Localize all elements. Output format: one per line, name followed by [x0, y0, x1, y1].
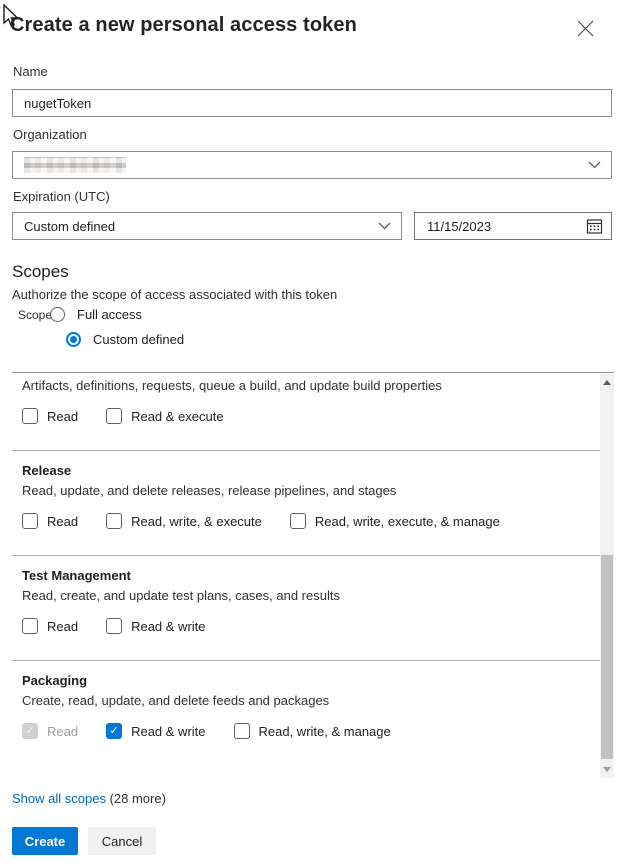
scopes-heading: Scopes: [12, 262, 69, 282]
calendar-icon[interactable]: [586, 218, 603, 235]
chevron-down-icon: [588, 161, 601, 169]
scope-option: Read & write: [106, 618, 205, 634]
radio-unselected-icon[interactable]: [50, 307, 65, 322]
checkbox-icon[interactable]: [22, 513, 38, 529]
scope-option: ✓ Read & write: [106, 723, 205, 739]
organization-redacted-value: [24, 157, 126, 173]
scope-option-label: Read & write: [131, 724, 205, 739]
scope-option: Read, write, & manage: [234, 723, 391, 739]
checkbox-checked-icon: ✓: [22, 723, 38, 739]
scope-section-description: Create, read, update, and delete feeds a…: [22, 693, 600, 709]
create-button[interactable]: Create: [12, 827, 78, 855]
scope-option: ✓ Read: [22, 723, 78, 739]
scope-option: Read: [22, 408, 78, 424]
scope-section-description: Read, update, and delete releases, relea…: [22, 483, 600, 499]
scope-section-title: Release: [22, 463, 600, 479]
scope-list-scroll-area: Artifacts, definitions, requests, queue …: [12, 372, 614, 778]
organization-label: Organization: [13, 127, 87, 142]
scope-option: Read, write, & execute: [106, 513, 262, 529]
organization-dropdown[interactable]: [12, 151, 612, 179]
dialog-title: Create a new personal access token: [10, 14, 357, 37]
name-label: Name: [13, 64, 48, 79]
name-input[interactable]: nugetToken: [12, 89, 612, 117]
scope-option-label: Read: [47, 724, 78, 739]
scope-option-label: Read, write, execute, & manage: [315, 514, 500, 529]
scope-section: Artifacts, definitions, requests, queue …: [12, 373, 600, 451]
radio-option-label: Custom defined: [93, 332, 184, 347]
checkbox-icon[interactable]: [22, 618, 38, 634]
scope-section-title: Packaging: [22, 673, 600, 689]
scope-options-row: Read Read & write: [22, 618, 600, 634]
scope-options-row: ✓ Read ✓ Read & write Read, write, & manage: [22, 723, 600, 739]
name-input-value: nugetToken: [13, 96, 91, 111]
scope-section: Packaging Create, read, update, and dele…: [12, 661, 600, 739]
radio-option-label: Full access: [77, 307, 142, 322]
close-icon: [576, 19, 595, 38]
scope-option-label: Read, write, & manage: [259, 724, 391, 739]
expiration-dropdown-value: Custom defined: [13, 219, 115, 234]
checkbox-icon[interactable]: [106, 408, 122, 424]
checkbox-icon[interactable]: [290, 513, 306, 529]
checkbox-icon[interactable]: [106, 513, 122, 529]
scope-option-label: Read: [47, 409, 78, 424]
scope-section-title: Test Management: [22, 568, 600, 584]
scope-options-row: Read Read & execute: [22, 408, 600, 424]
checkbox-icon[interactable]: [106, 618, 122, 634]
radio-option-full-access: Full access: [50, 307, 142, 322]
scope-section: Release Read, update, and delete release…: [12, 451, 600, 556]
scope-option: Read: [22, 618, 78, 634]
scope-section: Test Management Read, create, and update…: [12, 556, 600, 661]
scroll-up-icon[interactable]: [603, 380, 611, 385]
scrollbar-thumb[interactable]: [601, 555, 613, 759]
chevron-down-icon: [378, 222, 391, 230]
scope-section-description: Read, create, and update test plans, cas…: [22, 588, 600, 604]
radio-option-custom-defined: Custom defined: [66, 332, 184, 347]
checkbox-icon[interactable]: [234, 723, 250, 739]
scope-option-label: Read & write: [131, 619, 205, 634]
expiration-date-input[interactable]: 11/15/2023: [414, 212, 612, 240]
scope-list-content: Artifacts, definitions, requests, queue …: [12, 373, 600, 765]
scope-option-label: Read, write, & execute: [131, 514, 262, 529]
scopes-description: Authorize the scope of access associated…: [12, 287, 337, 302]
show-all-scopes-link[interactable]: Show all scopes: [12, 791, 106, 806]
expiration-date-value: 11/15/2023: [415, 219, 491, 234]
checkbox-icon[interactable]: [22, 408, 38, 424]
scope-options-row: Read Read, write, & execute Read, write, e…: [22, 513, 600, 529]
scrollbar[interactable]: [600, 374, 614, 778]
scope-option: Read: [22, 513, 78, 529]
scope-section-description: Artifacts, definitions, requests, queue …: [22, 378, 600, 394]
checkbox-checked-icon[interactable]: ✓: [106, 723, 122, 739]
cancel-button[interactable]: Cancel: [88, 827, 156, 855]
scope-option-label: Read & execute: [131, 409, 224, 424]
show-all-scopes-count-text: (28 more): [110, 791, 166, 806]
expiration-label: Expiration (UTC): [13, 189, 110, 204]
expiration-dropdown[interactable]: Custom defined: [12, 212, 402, 240]
scope-option: Read & execute: [106, 408, 224, 424]
scroll-down-icon[interactable]: [603, 767, 611, 772]
radio-selected-icon[interactable]: [66, 332, 81, 347]
scope-option-label: Read: [47, 514, 78, 529]
close-button[interactable]: [570, 13, 600, 43]
show-all-scopes-row: Show all scopes (28 more): [12, 791, 166, 806]
scope-option: Read, write, execute, & manage: [290, 513, 500, 529]
scope-option-label: Read: [47, 619, 78, 634]
